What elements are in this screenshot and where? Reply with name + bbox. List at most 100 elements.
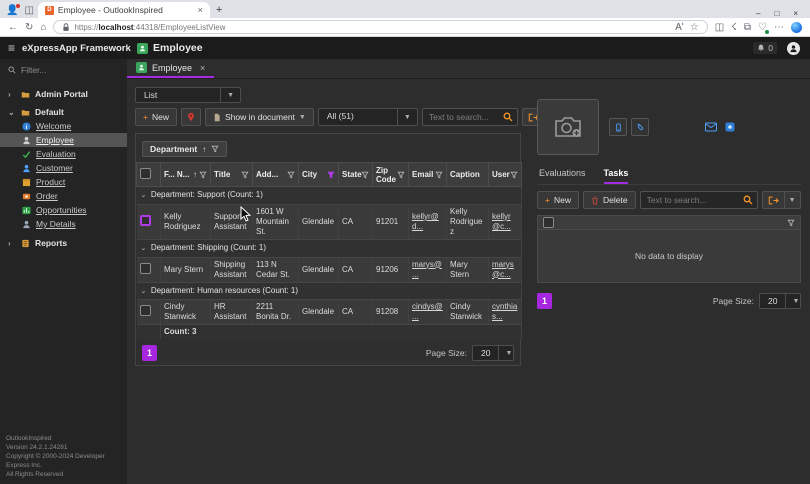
browser-profile-icon[interactable]: 👤 bbox=[6, 5, 18, 16]
filter-icon[interactable] bbox=[510, 171, 518, 179]
search-box[interactable] bbox=[422, 108, 518, 126]
filter-icon[interactable] bbox=[397, 171, 405, 179]
sidebar-item-label[interactable]: My Details bbox=[36, 219, 76, 229]
filter-icon[interactable] bbox=[211, 145, 219, 153]
user-avatar[interactable] bbox=[787, 42, 800, 55]
row-checkbox[interactable] bbox=[140, 305, 151, 316]
sidebar-item-customer[interactable]: Customer bbox=[0, 161, 127, 175]
copilot-icon[interactable] bbox=[791, 22, 802, 33]
group-row-shipping[interactable]: ⌄ Department: Shipping (Count: 1) bbox=[137, 239, 522, 257]
tab-close-icon[interactable]: × bbox=[200, 63, 205, 73]
group-by-chip[interactable]: Department ↑ bbox=[142, 141, 227, 157]
sidebar-group-reports[interactable]: › Reports bbox=[0, 236, 127, 250]
sidebar-item-label[interactable]: Welcome bbox=[36, 121, 71, 131]
favorite-star-icon[interactable]: ☆ bbox=[690, 22, 699, 33]
page-size-dropdown[interactable]: 20 ▼ bbox=[759, 293, 801, 309]
tab-actions-icon[interactable]: ◫ bbox=[24, 5, 33, 16]
notifications-button[interactable]: 0 bbox=[753, 42, 777, 54]
tasks-search-input[interactable] bbox=[647, 195, 743, 205]
home-icon[interactable]: ⌂ bbox=[40, 22, 46, 33]
user-link[interactable]: kellyr@c... bbox=[492, 212, 511, 231]
table-row[interactable]: Cindy Stanwick HR Assistant 2211 Bonita … bbox=[137, 300, 522, 325]
new-tab-button[interactable]: + bbox=[216, 4, 222, 16]
group-row-human-resources[interactable]: ⌄ Department: Human resources (Count: 1) bbox=[137, 282, 522, 300]
email-link[interactable]: marys@... bbox=[412, 260, 442, 279]
sidebar-item-welcome[interactable]: i Welcome bbox=[0, 119, 127, 133]
chevron-down-icon[interactable]: ▼ bbox=[220, 88, 240, 102]
sidebar-filter-input[interactable] bbox=[21, 65, 111, 75]
chat-icon[interactable] bbox=[725, 122, 735, 132]
sidebar-group-admin-portal[interactable]: › Admin Portal bbox=[0, 87, 127, 101]
select-all-checkbox[interactable] bbox=[140, 168, 151, 179]
sidebar-item-product[interactable]: Product bbox=[0, 175, 127, 189]
sidebar-item-evaluation[interactable]: Evaluation bbox=[0, 147, 127, 161]
column-header-state[interactable]: State bbox=[339, 163, 373, 187]
view-selector-dropdown[interactable]: List ▼ bbox=[135, 87, 241, 103]
filter-icon[interactable] bbox=[435, 171, 443, 179]
sidebar-item-label[interactable]: Opportunities bbox=[36, 205, 87, 215]
sidebar-item-my-details[interactable]: My Details bbox=[0, 217, 127, 231]
search-icon[interactable] bbox=[743, 195, 753, 205]
group-row-support[interactable]: ⌄ Department: Support (Count: 1) bbox=[137, 187, 522, 205]
page-size-dropdown[interactable]: 20 ▼ bbox=[472, 345, 514, 361]
email-icon[interactable] bbox=[705, 122, 717, 132]
page-number-button[interactable]: 1 bbox=[142, 345, 157, 361]
filter-icon[interactable] bbox=[287, 171, 295, 179]
sidebar-item-opportunities[interactable]: Opportunities bbox=[0, 203, 127, 217]
show-on-map-button[interactable] bbox=[181, 108, 201, 126]
show-in-document-button[interactable]: Show in document ▼ bbox=[205, 108, 314, 126]
email-link[interactable]: cindys@... bbox=[412, 302, 443, 321]
mobile-button[interactable] bbox=[631, 118, 649, 136]
read-aloud-icon[interactable]: Aʹ bbox=[675, 22, 684, 33]
sidebar-item-label[interactable]: Customer bbox=[36, 163, 73, 173]
browser-essentials-icon[interactable]: ♡ bbox=[758, 22, 767, 33]
filter-icon[interactable] bbox=[787, 219, 795, 227]
column-header-city[interactable]: City bbox=[299, 163, 339, 187]
window-minimize-button[interactable]: – bbox=[756, 9, 760, 18]
window-maximize-button[interactable]: □ bbox=[774, 9, 779, 18]
chevron-down-icon[interactable]: ▼ bbox=[299, 114, 306, 121]
column-header-address[interactable]: Add... bbox=[253, 163, 299, 187]
column-header-title[interactable]: Title bbox=[211, 163, 253, 187]
refresh-icon[interactable]: ↻ bbox=[25, 22, 33, 33]
table-row[interactable]: Kelly Rodriguez Support Assistant 1601 W… bbox=[137, 204, 522, 239]
select-all-header[interactable] bbox=[137, 163, 161, 187]
sidebar-item-order[interactable]: Order bbox=[0, 189, 127, 203]
column-header-user[interactable]: User bbox=[489, 163, 522, 187]
tasks-search-box[interactable] bbox=[640, 191, 758, 209]
hamburger-menu-icon[interactable]: ≡ bbox=[8, 41, 15, 55]
chevron-down-icon[interactable]: ▼ bbox=[498, 346, 518, 360]
table-row[interactable]: Mary Stern Shipping Assistant 113 N Ceda… bbox=[137, 257, 522, 282]
column-header-email[interactable]: Email bbox=[409, 163, 447, 187]
favorites-bar-icon[interactable]: ☇ bbox=[731, 22, 737, 33]
column-header-full-name[interactable]: F... N...↑ bbox=[161, 163, 211, 187]
user-link[interactable]: cynthias... bbox=[492, 302, 517, 321]
column-header-zip[interactable]: Zip Code bbox=[373, 163, 409, 187]
sidebar-item-employee[interactable]: Employee bbox=[0, 133, 127, 147]
chevron-down-icon[interactable]: ▼ bbox=[785, 294, 805, 308]
chevron-down-icon[interactable]: ⌄ bbox=[141, 288, 147, 295]
sidebar-filter[interactable] bbox=[0, 59, 127, 79]
address-bar[interactable]: https://localhost:44318/EmployeeListView… bbox=[53, 20, 707, 34]
delete-button[interactable]: Delete bbox=[583, 191, 636, 209]
back-icon[interactable]: ← bbox=[8, 22, 18, 33]
filter-icon[interactable] bbox=[199, 171, 207, 179]
tab-tasks[interactable]: Tasks bbox=[604, 168, 629, 184]
window-close-button[interactable]: × bbox=[793, 9, 798, 18]
settings-menu-icon[interactable]: ⋯ bbox=[774, 22, 784, 33]
tab-close-icon[interactable]: × bbox=[198, 5, 203, 15]
phone-button[interactable] bbox=[609, 118, 627, 136]
row-checkbox[interactable] bbox=[140, 215, 151, 226]
chevron-down-icon[interactable]: ▼ bbox=[397, 109, 417, 125]
filter-icon[interactable] bbox=[241, 171, 249, 179]
collections-icon[interactable]: ⧉ bbox=[744, 22, 751, 33]
sidebar-item-label[interactable]: Evaluation bbox=[36, 149, 76, 159]
new-button[interactable]: + New bbox=[537, 191, 579, 209]
chevron-down-icon[interactable]: ⌄ bbox=[141, 245, 147, 252]
active-filter-icon[interactable] bbox=[327, 171, 335, 179]
export-button[interactable] bbox=[762, 191, 785, 209]
browser-tab[interactable]: D Employee - OutlookInspired × bbox=[38, 2, 210, 18]
new-button[interactable]: + New bbox=[135, 108, 177, 126]
records-filter-dropdown[interactable]: All (51) ▼ bbox=[318, 108, 418, 126]
tab-evaluations[interactable]: Evaluations bbox=[539, 168, 586, 184]
